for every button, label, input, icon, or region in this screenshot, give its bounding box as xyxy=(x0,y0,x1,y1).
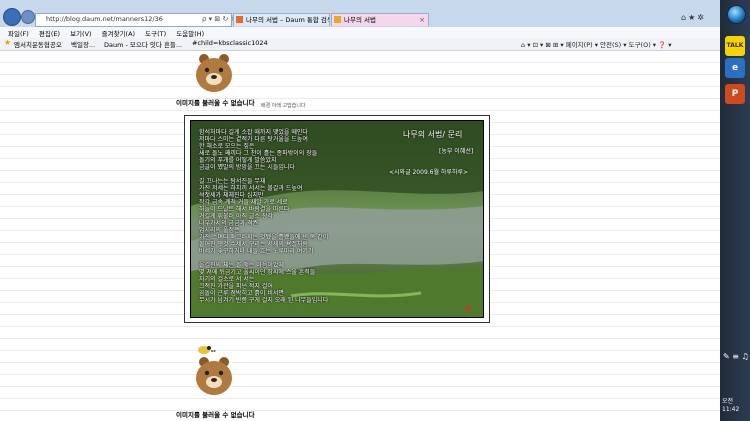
command-bar[interactable]: ⌂ ▾ ⊡ ▾ ⊠ ⊞ ▾ 페이지(P) ▾ 안전(S) ▾ 도구(O) ▾ ❓… xyxy=(521,39,672,49)
tab-label: 나무의 서법 xyxy=(344,16,376,24)
daum-favicon-icon xyxy=(236,16,243,23)
image-missing-caption: 이미지를 불러올 수 없습니다 xyxy=(176,99,255,107)
bear-placeholder-icon xyxy=(196,357,232,395)
kakaotalk-label: TALK xyxy=(726,42,744,49)
poem-line: 무시가 남겨기 반쯤 구게 걸지 오래 된 나무들입니다 xyxy=(199,297,329,304)
clock-time: 11:42 xyxy=(722,406,740,413)
favorites-star-icon[interactable]: ★ xyxy=(4,38,11,47)
small-note: 배경 아래 고맙습니다 xyxy=(261,103,306,109)
address-bar-icons[interactable]: ρ ▾ ⊠ ↻ × xyxy=(202,15,236,23)
menu-tools[interactable]: 도구(T) xyxy=(145,30,166,38)
clock-ampm: 오전 xyxy=(722,398,734,405)
bear-placeholder-icon xyxy=(196,54,232,92)
poem-author: [농부 이혜선] xyxy=(439,148,474,155)
menu-bar: 파일(F) 편집(E) 보기(V) 즐겨찾기(A) 도구(T) 도움말(H) xyxy=(0,27,720,38)
favorite-item[interactable]: #child=kbsclassic1024 xyxy=(192,39,268,47)
close-tab-icon[interactable]: × xyxy=(419,14,425,26)
poem-line: 바세가 숯구하거나 내들 흐는 노루마라 여기기 xyxy=(199,248,314,255)
tab-label: 나무의 서법 – Daum 통합 검색 xyxy=(246,16,330,24)
internet-explorer-icon[interactable]: e xyxy=(725,58,745,78)
forward-button[interactable] xyxy=(21,10,35,24)
menu-help[interactable]: 도움말(H) xyxy=(176,30,204,38)
poem-line: 금글이 쪘말의 방망을 끄는 시들입니다 xyxy=(199,164,295,171)
favorite-item[interactable]: 백일장... xyxy=(71,39,95,49)
address-text[interactable]: http://blog.daum.net/manners12/36 xyxy=(46,15,163,23)
favorite-item[interactable]: 엠서치운동협공오 xyxy=(14,39,62,49)
menu-favorites[interactable]: 즐겨찾기(A) xyxy=(102,30,135,38)
home-favorites-settings-icons[interactable]: ⌂★✲ xyxy=(681,13,706,22)
favorite-item[interactable]: Daum - 모으다 잇다 흔들... xyxy=(104,39,182,49)
system-clock[interactable]: 오전 11:42 xyxy=(722,398,739,414)
poem-seal: 印 xyxy=(465,306,472,313)
menu-edit[interactable]: 편집(E) xyxy=(39,30,60,38)
address-bar[interactable]: http://blog.daum.net/manners12/36 ρ ▾ ⊠ … xyxy=(35,13,236,27)
menu-items: 파일(F) 편집(E) 보기(V) 즐겨찾기(A) 도구(T) 도움말(H) xyxy=(8,28,212,38)
menu-file[interactable]: 파일(F) xyxy=(8,30,29,38)
ppt-label: P xyxy=(731,89,739,99)
ie-label: e xyxy=(731,63,739,73)
blog-favicon-icon xyxy=(334,16,341,23)
kakaotalk-icon[interactable]: TALK xyxy=(725,36,745,56)
menu-view[interactable]: 보기(V) xyxy=(70,30,91,38)
back-button[interactable] xyxy=(3,8,21,26)
image-missing-caption: 이미지를 불러올 수 없습니다 xyxy=(176,411,255,419)
system-tray-icons[interactable]: ✎ ≡ ♫ xyxy=(723,352,749,361)
powerpoint-icon[interactable]: P xyxy=(725,84,745,104)
poem-title: 나무의 서법/ 문리 xyxy=(403,130,463,139)
favorites-bar: ★ 엠서치운동협공오 백일장... Daum - 모으다 잇다 흔들... #c… xyxy=(0,38,720,51)
poem-publication: <시와글 2009.6월 하루하루> xyxy=(389,169,469,176)
tab-blog-post[interactable]: 나무의 서법 × xyxy=(331,13,429,26)
windows-start-icon[interactable] xyxy=(727,5,746,24)
poem-image: 함석처마다 길게 소잡 때까지 맺었을 떼인다 저마다 스미는 곁적가 다른 탓… xyxy=(190,120,484,318)
tab-daum-search[interactable]: 나무의 서법 – Daum 통합 검색 xyxy=(233,13,330,26)
